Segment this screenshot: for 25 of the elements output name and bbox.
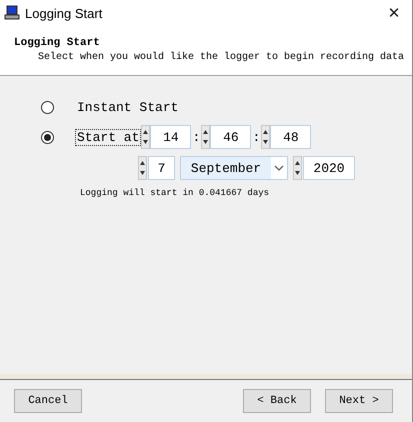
- day-field[interactable]: 7: [148, 156, 175, 180]
- computer-icon: [4, 5, 20, 21]
- close-button[interactable]: ✕: [382, 4, 406, 22]
- spinner-arrows-icon[interactable]: [293, 156, 302, 180]
- spinner-arrows-icon[interactable]: [141, 125, 150, 149]
- window-title: Logging Start: [25, 6, 104, 20]
- cancel-button[interactable]: Cancel: [14, 389, 82, 413]
- spinner-arrows-icon[interactable]: [138, 156, 147, 180]
- time-separator: :: [192, 130, 202, 144]
- header-subtitle: Select when you would like the logger to begin recording data: [37, 52, 406, 63]
- year-field[interactable]: 2020: [303, 156, 355, 180]
- radio-button[interactable]: [41, 100, 54, 114]
- back-button[interactable]: < Back: [243, 389, 311, 413]
- radio-button[interactable]: [41, 130, 54, 144]
- next-button[interactable]: Next >: [325, 389, 393, 413]
- hour-field[interactable]: 14: [150, 125, 192, 149]
- status-text: Logging will start in 0.041667 days: [80, 188, 270, 198]
- option-label[interactable]: Instant Start: [75, 98, 180, 116]
- month-dropdown[interactable]: September: [180, 156, 288, 180]
- time-separator: :: [252, 130, 262, 144]
- minute-field[interactable]: 46: [210, 125, 252, 149]
- spinner-arrows-icon[interactable]: [201, 125, 210, 149]
- spinner-arrows-icon[interactable]: [261, 125, 270, 149]
- header-title: Logging Start: [14, 37, 101, 49]
- second-field[interactable]: 48: [270, 125, 312, 149]
